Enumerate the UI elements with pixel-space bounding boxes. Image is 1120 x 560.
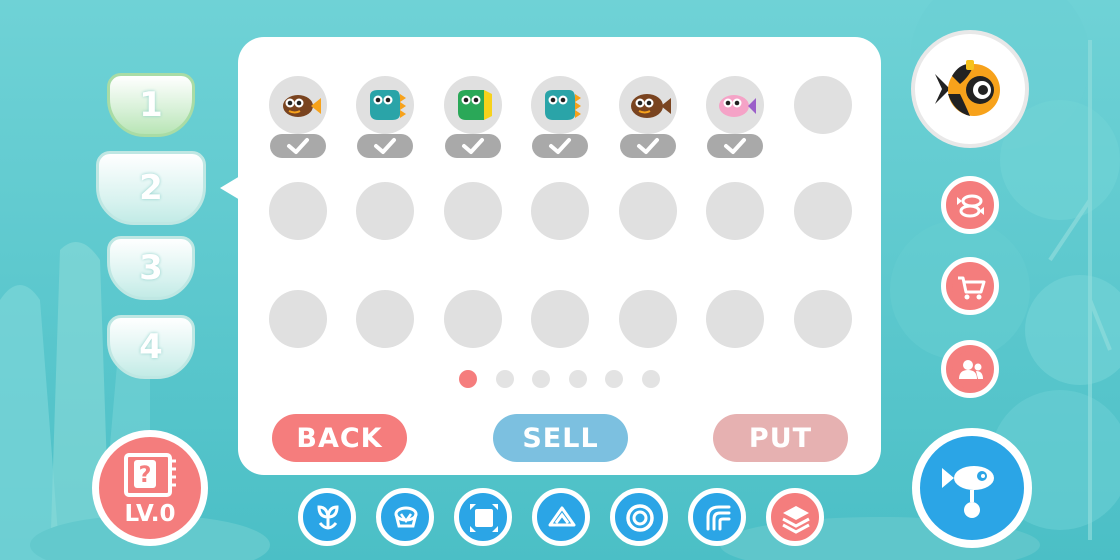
player-avatar[interactable] [911, 30, 1029, 148]
check-icon [374, 138, 396, 154]
owned-check-badge [270, 134, 326, 158]
fish-slot[interactable] [444, 290, 502, 348]
fish-slot[interactable] [444, 182, 502, 240]
tank-3-button[interactable]: 3 [107, 236, 195, 300]
friends-button[interactable] [941, 340, 999, 398]
svg-text:?: ? [139, 463, 152, 488]
layers-icon [782, 506, 810, 534]
check-icon [637, 138, 659, 154]
fish-slot[interactable] [706, 76, 764, 134]
yellow-black-fish-avatar-icon [935, 60, 1000, 116]
brown-fish-icon [631, 94, 671, 118]
plant-icon [317, 505, 339, 530]
layers-button[interactable] [766, 488, 824, 546]
fish-slot[interactable] [269, 76, 327, 134]
fish-slot[interactable] [794, 290, 852, 348]
decoration-icon [394, 506, 418, 528]
page-dot[interactable] [642, 370, 660, 388]
tank-1-button[interactable]: 1 [107, 73, 195, 137]
ring-target-icon [626, 504, 654, 532]
expand-icon [470, 504, 498, 532]
decoration-button[interactable] [376, 488, 434, 546]
fish-slot[interactable] [356, 76, 414, 134]
diver-fish-button[interactable] [912, 428, 1032, 548]
tank-2-label: 2 [139, 168, 163, 208]
check-icon [549, 138, 571, 154]
green-yellow-fish-icon [458, 90, 492, 120]
page-dot[interactable] [495, 370, 514, 388]
tank-3-label: 3 [139, 248, 163, 288]
page-dot[interactable] [568, 370, 587, 388]
fish-inventory-panel: BACK SELL PUT [238, 37, 881, 475]
fish-slot[interactable] [619, 182, 677, 240]
fish-slot[interactable] [794, 76, 852, 134]
shop-button[interactable] [941, 257, 999, 315]
fish-slot[interactable] [269, 182, 327, 240]
fish-slot[interactable] [356, 182, 414, 240]
teal-fish-icon [545, 90, 581, 120]
back-button[interactable]: BACK [272, 414, 407, 462]
level-label: LV.0 [124, 501, 176, 527]
page-dot[interactable] [459, 370, 477, 388]
fish-slot[interactable] [531, 182, 589, 240]
fish-slot[interactable] [531, 76, 589, 134]
owned-check-badge [445, 134, 501, 158]
owned-check-badge [707, 134, 763, 158]
pink-fish-icon [719, 95, 756, 117]
wave-button[interactable] [688, 488, 746, 546]
fish-slot[interactable] [706, 290, 764, 348]
fish-slot[interactable] [444, 76, 502, 134]
tank-2-button[interactable]: 2 [96, 151, 206, 225]
mystery-book-icon: ? [124, 453, 176, 497]
teal-fish-icon [370, 90, 406, 120]
panel-pointer [220, 176, 240, 200]
upgrade-arrow-icon [548, 506, 576, 527]
fish-collection-icon [952, 187, 990, 225]
fish-slot[interactable] [269, 290, 327, 348]
fish-slot[interactable] [706, 182, 764, 240]
orange-brown-fish-icon [283, 95, 321, 117]
page-dot[interactable] [532, 370, 551, 388]
fish-slot[interactable] [619, 290, 677, 348]
level-badge[interactable]: ? LV.0 [92, 430, 208, 546]
fish-slot[interactable] [531, 290, 589, 348]
fish-slot[interactable] [356, 290, 414, 348]
fish-slot[interactable] [619, 76, 677, 134]
wave-icon [706, 505, 731, 531]
page-dot[interactable] [605, 370, 624, 388]
tank-1-label: 1 [139, 85, 163, 125]
check-icon [287, 138, 309, 154]
diver-fish-icon [942, 466, 994, 518]
owned-check-badge [357, 134, 413, 158]
ring-target-button[interactable] [610, 488, 668, 546]
tank-4-label: 4 [139, 327, 163, 367]
tank-4-button[interactable]: 4 [107, 315, 195, 379]
owned-check-badge [620, 134, 676, 158]
check-icon [724, 138, 746, 154]
fish-slot[interactable] [794, 182, 852, 240]
check-icon [462, 138, 484, 154]
upgrade-arrow-button[interactable] [532, 488, 590, 546]
shopping-cart-icon [952, 268, 990, 306]
friends-icon [952, 351, 990, 389]
put-button[interactable]: PUT [713, 414, 848, 462]
fish-collection-button[interactable] [941, 176, 999, 234]
plant-button[interactable] [298, 488, 356, 546]
expand-button[interactable] [454, 488, 512, 546]
owned-check-badge [532, 134, 588, 158]
sell-button[interactable]: SELL [493, 414, 628, 462]
